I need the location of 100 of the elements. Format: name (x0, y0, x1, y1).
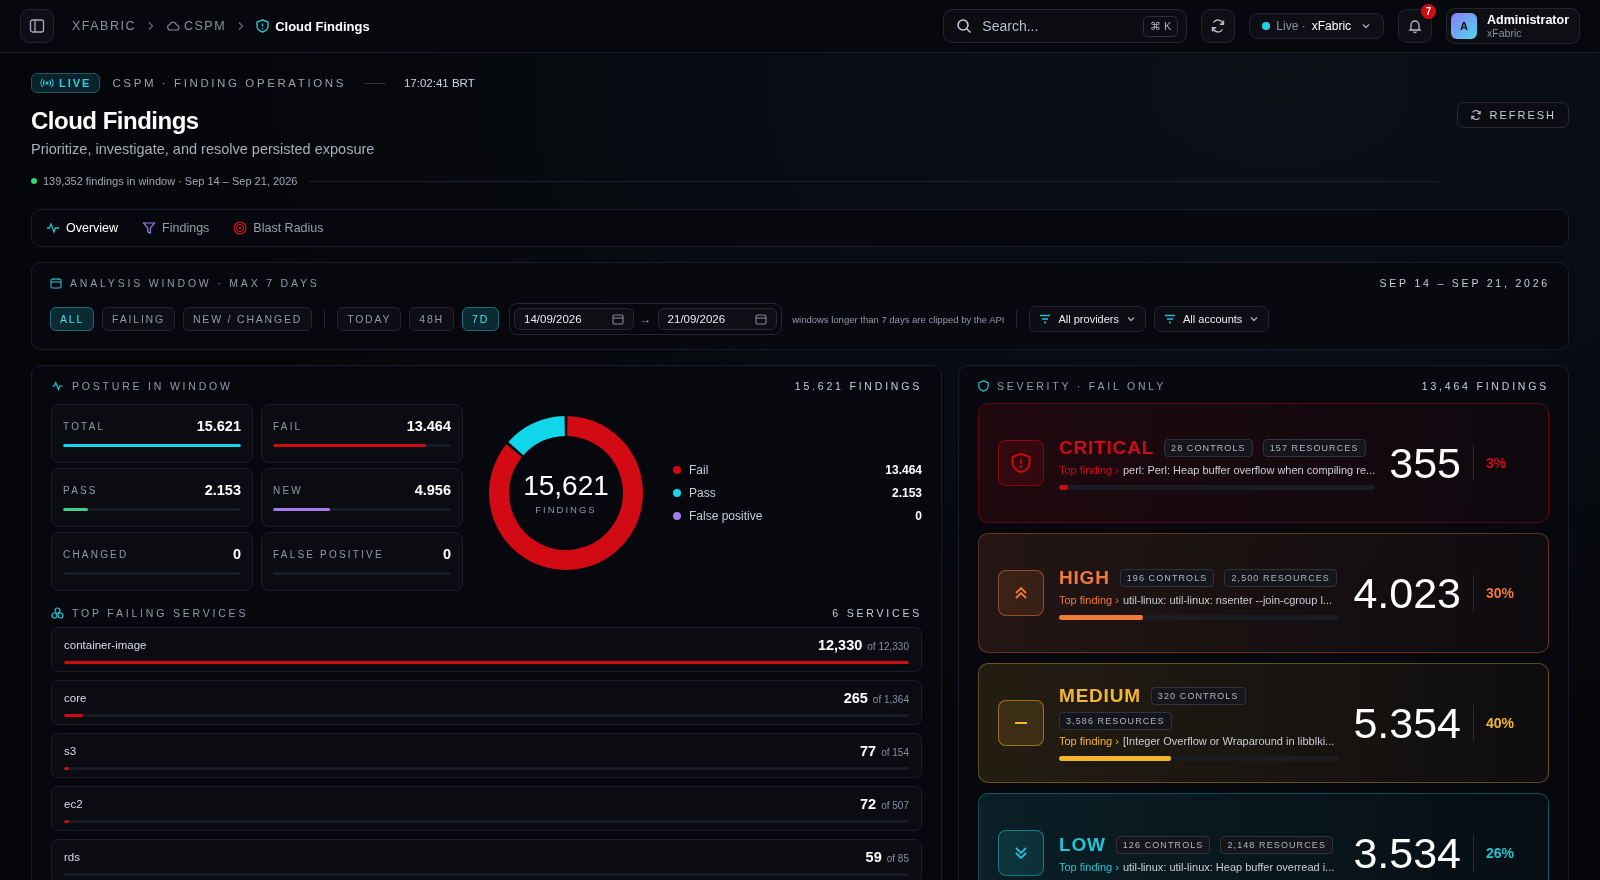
page-title: Cloud Findings (31, 107, 200, 135)
environment-selector[interactable]: Live · xFabric (1249, 13, 1385, 39)
donut-total: 15,621 (523, 470, 609, 502)
stat-value: 0 (232, 546, 241, 562)
cubes-icon (51, 607, 64, 619)
page-subtitle: Prioritize, investigate, and resolve persisted exposure (31, 141, 376, 157)
resources-tag: 3,586 RESOURCES (1059, 712, 1172, 730)
severity-card[interactable]: HIGH 196 CONTROLS 2,500 RESOURCES Top finding › util-linux: util-linux: nsenter --join-cgroup l... 4.023 30% (978, 533, 1549, 653)
service-row[interactable]: s3 77 of 154 (51, 733, 922, 778)
severity-icon (998, 700, 1044, 746)
notifications-button[interactable] (1398, 9, 1433, 43)
stat-label: NEW (273, 484, 303, 496)
severity-card[interactable]: LOW 126 CONTROLS 2,148 RESOURCES Top finding › util-linux: util-linux: Heap buffer overread i... 3.534 26% (978, 793, 1549, 880)
pulse-icon (46, 220, 60, 235)
severity-icon (998, 830, 1044, 876)
controls-tag: 28 CONTROLS (1164, 438, 1253, 457)
period-chip[interactable]: TODAY (337, 307, 402, 331)
providers-dropdown[interactable]: All providers (1029, 306, 1146, 332)
sync-button[interactable] (1201, 9, 1236, 43)
filter-lines-icon (1164, 314, 1176, 324)
stat-value: 2.153 (204, 482, 241, 498)
shortcut-hint: ⌘ K (1142, 15, 1179, 37)
bell-icon (1407, 18, 1424, 34)
top-finding-text: [Integer Overflow or Wraparound in libblki... (1122, 735, 1335, 747)
sidebar-icon (29, 18, 45, 34)
service-row[interactable]: core 265 of 1,364 (51, 680, 922, 725)
controls-tag: 196 CONTROLS (1119, 568, 1215, 587)
period-chip[interactable]: 48H (409, 307, 454, 331)
calendar-icon (755, 313, 768, 325)
period-chip[interactable]: 7D (462, 307, 500, 331)
service-total: of 507 (881, 800, 909, 811)
service-fail-count: 12,330 (817, 637, 863, 653)
cloud-icon (166, 20, 180, 32)
severity-label: MEDIUM (1059, 685, 1141, 707)
top-finding-label: Top finding › (1059, 735, 1119, 747)
findings-summary: 139,352 findings in window · Sep 14 – Sep 21, 2026 (43, 175, 298, 187)
accounts-dropdown[interactable]: All accounts (1154, 306, 1270, 332)
service-row[interactable]: ec2 72 of 507 (51, 786, 922, 831)
legend-label: Pass (689, 485, 717, 500)
breadcrumb-link[interactable]: XFABRIC (72, 19, 136, 33)
service-name: container-image (64, 639, 147, 651)
top-finding-text: util-linux: util-linux: nsenter --join-cgroup l... (1122, 593, 1333, 606)
end-date-field[interactable]: 21/09/2026 (657, 308, 778, 330)
search-input[interactable]: Search... (980, 17, 1135, 35)
caret-icon (1361, 21, 1372, 31)
scope-chip[interactable]: ALL (50, 307, 95, 331)
tab[interactable]: Findings (142, 216, 210, 240)
filter-icon (142, 220, 157, 235)
section-eyebrow: CSPM · FINDING OPERATIONS (112, 77, 346, 89)
filter-lines-icon (1039, 314, 1052, 324)
service-total: of 12,330 (867, 641, 909, 652)
severity-label: LOW (1059, 833, 1106, 856)
resources-tag: 157 RESOURCES (1262, 438, 1366, 457)
live-badge: LIVE (31, 73, 101, 93)
service-total: of 85 (886, 853, 909, 864)
tab[interactable]: Blast Radius (233, 216, 324, 240)
card-title: ANALYSIS WINDOW · MAX 7 DAYS (70, 277, 320, 289)
severity-icon (998, 440, 1044, 486)
stat-label: TOTAL (63, 420, 106, 432)
top-finding-text: util-linux: util-linux: Heap buffer overread i... (1122, 860, 1335, 873)
severity-card[interactable]: MEDIUM 320 CONTROLS 3,586 RESOURCES Top finding › [Integer Overflow or Wraparound in libblki... 5.354 40% (978, 663, 1549, 783)
caret-icon (1249, 314, 1260, 324)
scope-chip[interactable]: FAILING (102, 307, 175, 331)
chevron-icon (146, 21, 156, 31)
scope-chip[interactable]: NEW / CHANGED (182, 307, 313, 331)
stat-value: 0 (442, 546, 451, 562)
start-date-field[interactable]: 14/09/2026 (514, 308, 634, 330)
controls-tag: 320 CONTROLS (1150, 687, 1246, 705)
severity-count: 5.354 (1353, 698, 1461, 748)
service-row[interactable]: rds 59 of 85 (51, 839, 922, 880)
legend-value: 2.153 (891, 485, 922, 500)
service-name: s3 (64, 745, 77, 757)
breadcrumb-link[interactable]: Cloud Findings (256, 18, 370, 34)
user-name: Administrator (1487, 13, 1569, 27)
card-title: SEVERITY · FAIL ONLY (997, 380, 1166, 392)
legend-value: 0 (915, 508, 922, 523)
sidebar-toggle-button[interactable] (20, 9, 54, 43)
service-name: core (64, 692, 87, 704)
stat-value: 13.464 (406, 418, 451, 434)
service-row[interactable]: container-image 12,330 of 12,330 (51, 627, 922, 672)
top-finding-text: perl: Perl: Heap buffer overflow when compiling re... (1122, 463, 1376, 476)
severity-percent: 3% (1486, 455, 1508, 471)
severity-percent: 26% (1486, 845, 1516, 861)
window-note: windows longer than 7 days are clipped by the API (792, 313, 1005, 325)
breadcrumb-link[interactable]: CSPM (166, 19, 227, 33)
search-field[interactable]: Search... ⌘ K (943, 9, 1188, 43)
legend-label: False positive (689, 508, 764, 523)
tab[interactable]: Overview (46, 216, 119, 240)
legend-value: 13.464 (885, 462, 922, 477)
status-dot-icon (1262, 22, 1271, 30)
severity-card[interactable]: CRITICAL 28 CONTROLS 157 RESOURCES Top finding › perl: Perl: Heap buffer overflow when compiling re... 355 3% (978, 403, 1549, 523)
user-menu[interactable]: A Administrator xFabric (1446, 8, 1580, 44)
top-finding-label: Top finding › (1059, 593, 1119, 606)
refresh-button[interactable]: REFRESH (1457, 102, 1569, 128)
service-fail-count: 72 (860, 796, 877, 812)
card-title: POSTURE IN WINDOW (72, 380, 233, 392)
severity-count: 355 (1389, 438, 1461, 488)
stat-value: 4.956 (414, 482, 451, 498)
status-dot-icon (31, 178, 37, 184)
sync-icon (1210, 18, 1227, 34)
